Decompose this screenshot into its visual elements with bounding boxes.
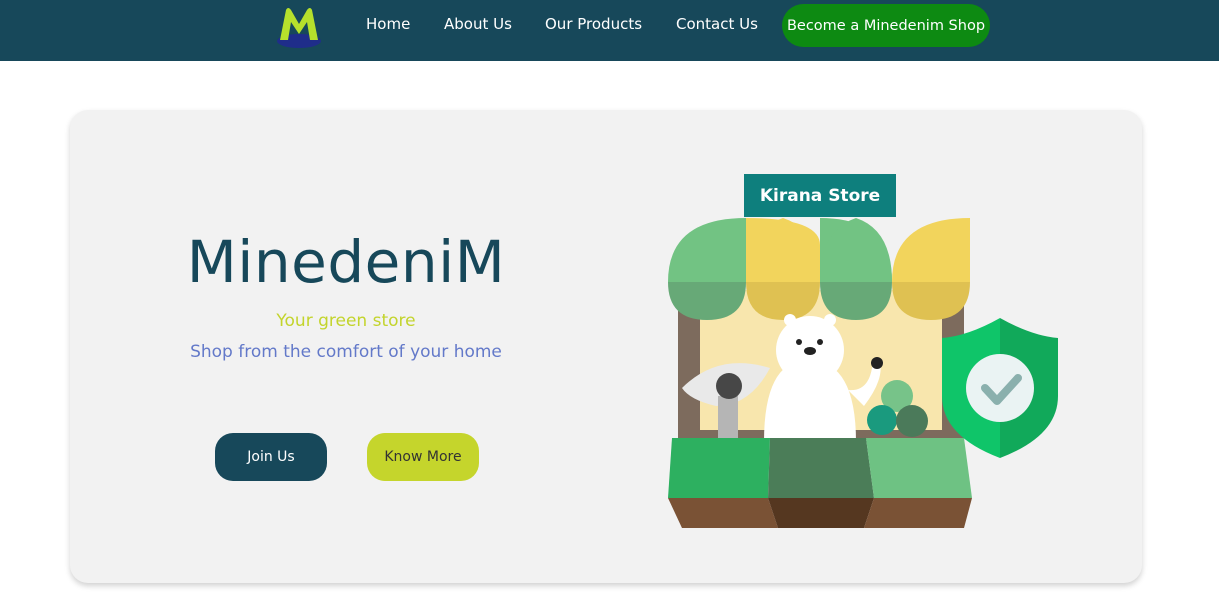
hero-card: MinedeniM Your green store Shop from the… bbox=[70, 110, 1142, 583]
join-us-button[interactable]: Join Us bbox=[215, 433, 327, 481]
nav-link-contact-us[interactable]: Contact Us bbox=[676, 15, 758, 33]
top-navbar: Home About Us Our Products Contact Us Be… bbox=[0, 0, 1219, 61]
kirana-store-illustration: Kirana Store bbox=[668, 174, 1058, 528]
nav-link-our-products[interactable]: Our Products bbox=[545, 15, 642, 33]
nav-link-home[interactable]: Home bbox=[366, 15, 410, 33]
know-more-button[interactable]: Know More bbox=[367, 433, 479, 481]
store-sign: Kirana Store bbox=[744, 174, 896, 217]
store-sign-text: Kirana Store bbox=[760, 186, 880, 206]
minedenim-logo-icon[interactable] bbox=[274, 2, 324, 50]
hero-tagline: Your green store bbox=[276, 311, 416, 331]
hero-subtagline: Shop from the comfort of your home bbox=[190, 342, 502, 362]
become-shop-button[interactable]: Become a Minedenim Shop bbox=[782, 4, 990, 47]
brand-title: MinedeniM bbox=[186, 228, 506, 296]
nav-link-about-us[interactable]: About Us bbox=[444, 15, 512, 33]
